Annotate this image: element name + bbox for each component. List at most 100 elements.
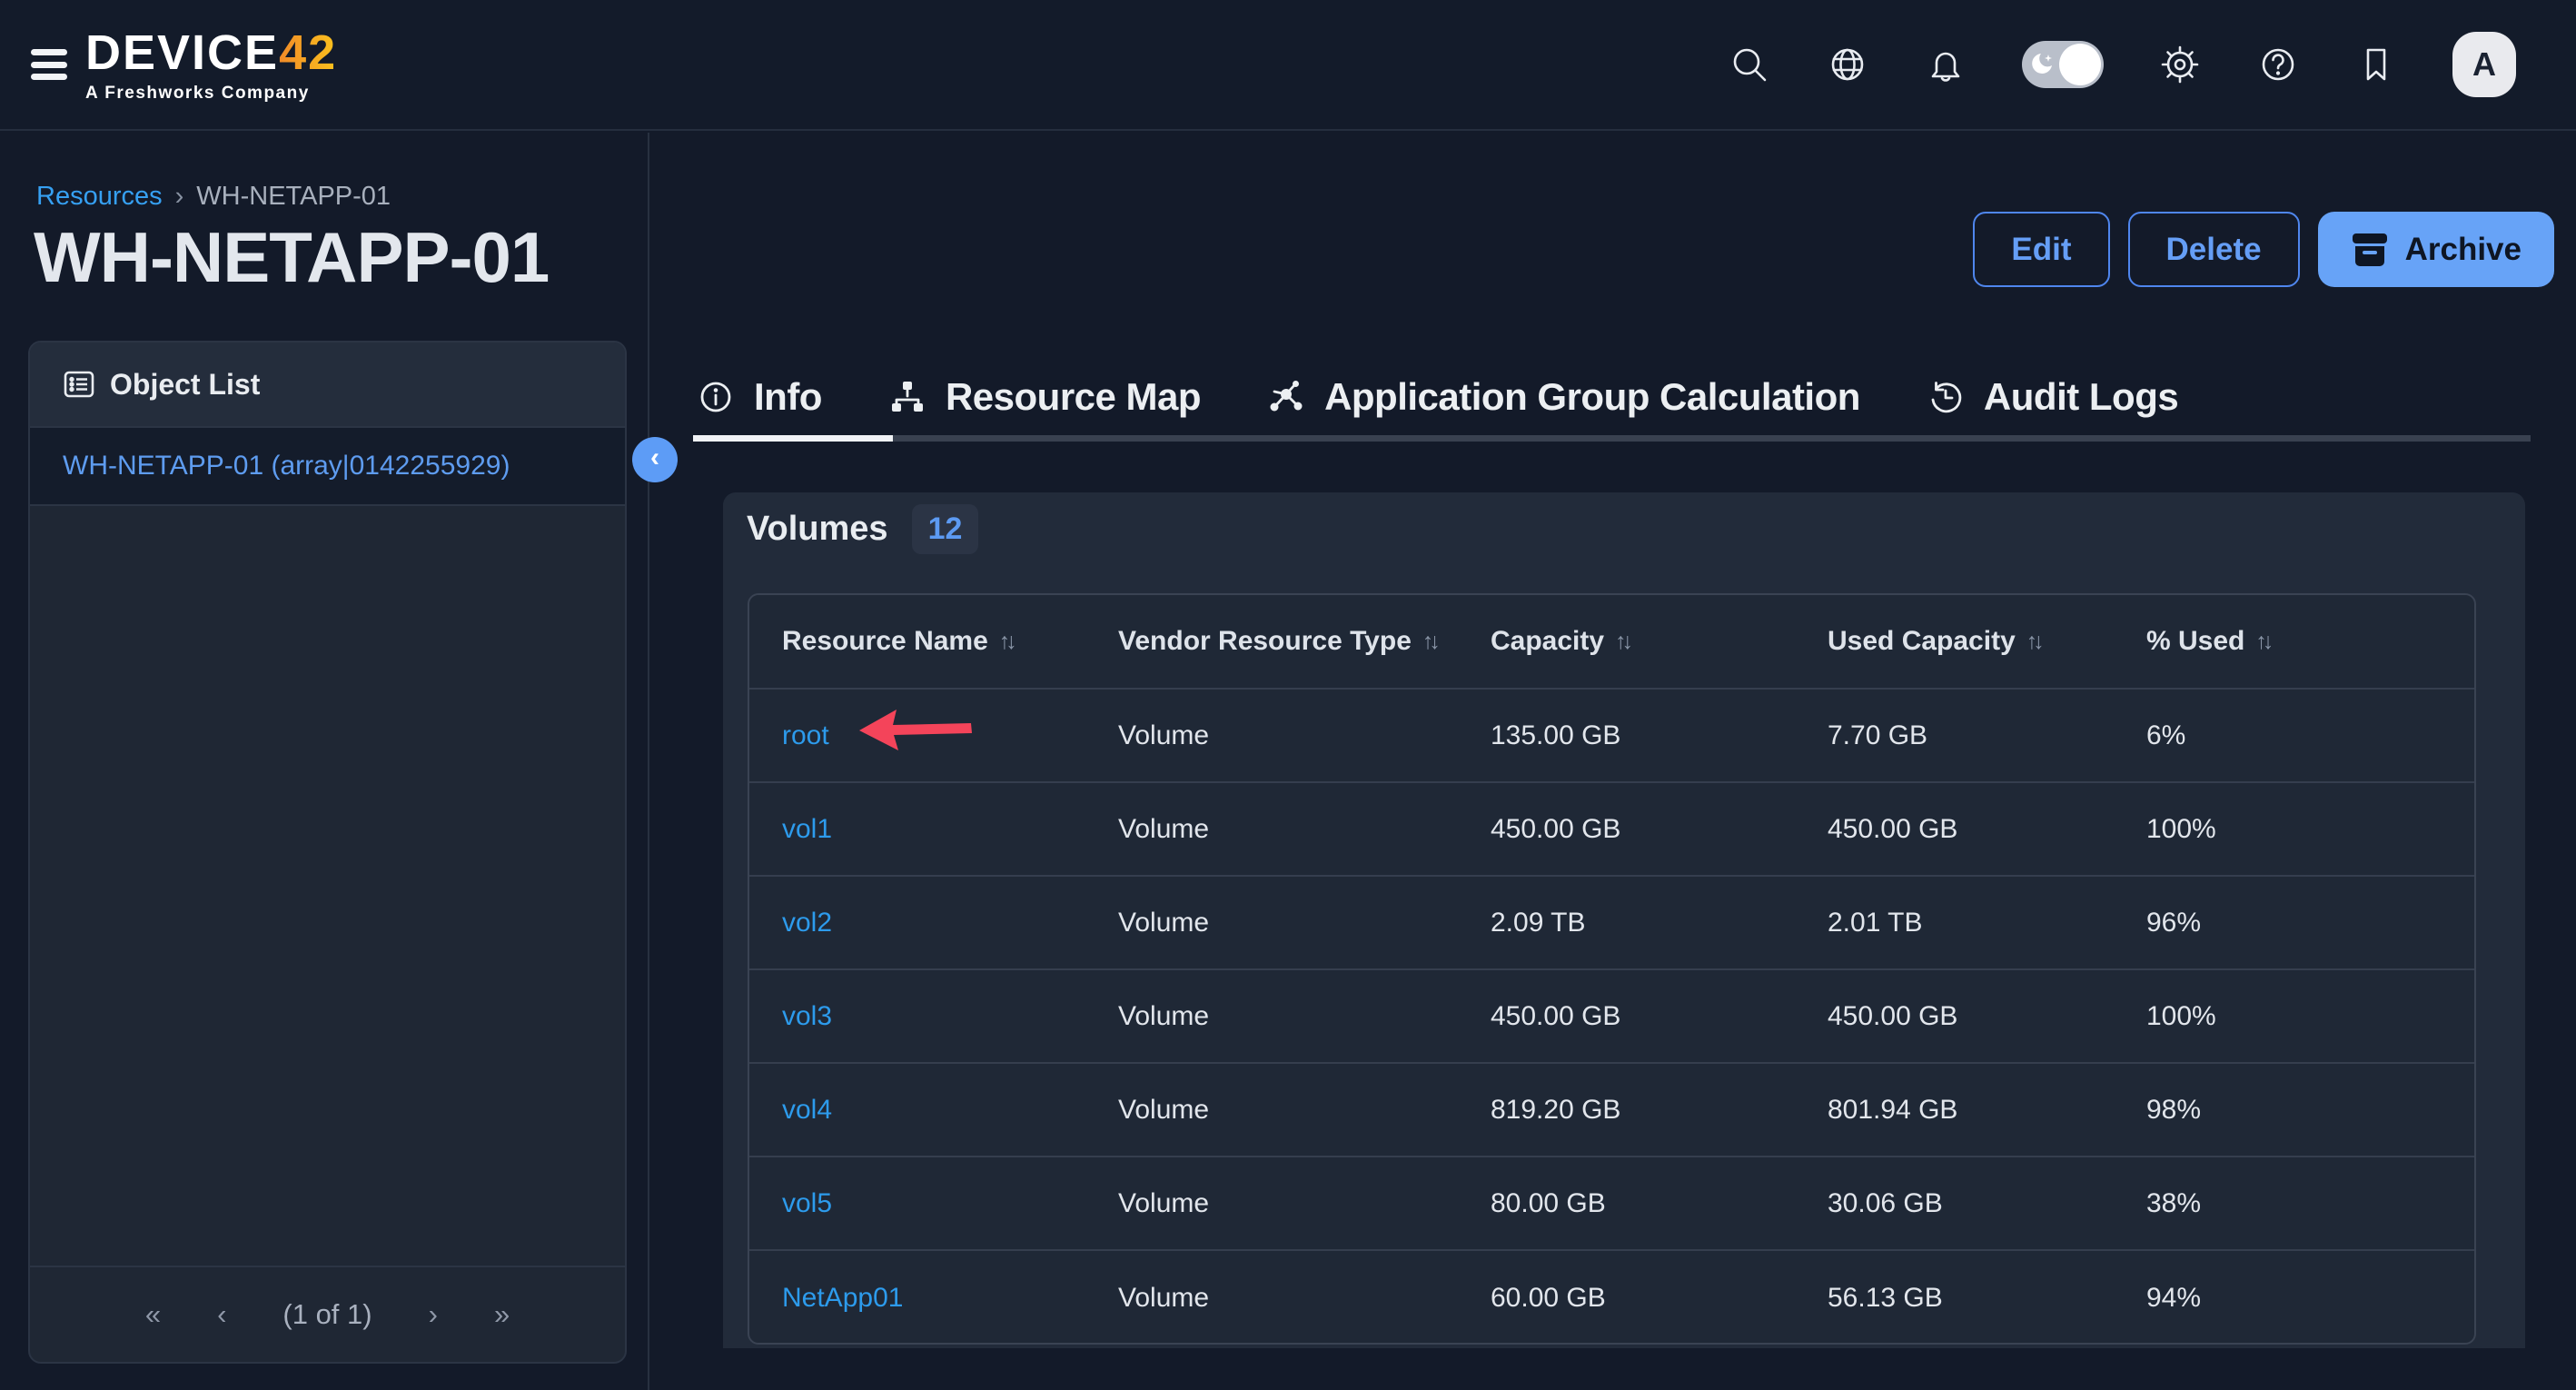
table-row: vol1 Volume 450.00 GB 450.00 GB 100% bbox=[749, 783, 2474, 877]
cell-used-capacity: 56.13 GB bbox=[1828, 1283, 2146, 1314]
tab-active-indicator bbox=[693, 435, 893, 442]
resource-link-vol3[interactable]: vol3 bbox=[782, 1001, 832, 1031]
volumes-header: Volumes 12 bbox=[747, 500, 978, 558]
cell-capacity: 80.00 GB bbox=[1491, 1188, 1828, 1219]
search-icon[interactable] bbox=[1728, 43, 1771, 86]
tab-info[interactable]: Info bbox=[698, 375, 822, 419]
sidebar-collapse-button[interactable]: ‹ bbox=[632, 437, 678, 482]
edit-button[interactable]: Edit bbox=[1973, 212, 2109, 287]
cell-capacity: 819.20 GB bbox=[1491, 1095, 1828, 1126]
cell-vendor-type: Volume bbox=[1118, 1095, 1491, 1126]
cell-vendor-type: Volume bbox=[1118, 1283, 1491, 1314]
pagination-prev-button[interactable]: ‹ bbox=[217, 1298, 226, 1331]
resource-link-vol5[interactable]: vol5 bbox=[782, 1188, 832, 1218]
breadcrumb: Resources › WH-NETAPP-01 bbox=[36, 182, 391, 212]
tab-resource-map-label: Resource Map bbox=[946, 375, 1201, 419]
column-header-vendor-resource-type[interactable]: Vendor Resource Type↑↓ bbox=[1118, 626, 1491, 657]
list-icon bbox=[63, 368, 95, 401]
sort-icon: ↑↓ bbox=[1615, 629, 1629, 655]
avatar[interactable]: A bbox=[2452, 32, 2516, 97]
help-icon[interactable] bbox=[2256, 43, 2300, 86]
table-row: vol4 Volume 819.20 GB 801.94 GB 98% bbox=[749, 1064, 2474, 1157]
top-navigation-bar: DEVICE42 A Freshworks Company bbox=[0, 0, 2576, 131]
resource-link-vol4[interactable]: vol4 bbox=[782, 1095, 832, 1125]
cell-percent-used: 98% bbox=[2146, 1095, 2474, 1126]
toggle-knob bbox=[2059, 44, 2101, 85]
table-row: vol2 Volume 2.09 TB 2.01 TB 96% bbox=[749, 877, 2474, 970]
tab-application-group-calculation[interactable]: Application Group Calculation bbox=[1268, 375, 1860, 419]
cell-vendor-type: Volume bbox=[1118, 908, 1491, 938]
bell-icon[interactable] bbox=[1924, 43, 1967, 86]
volumes-table: Resource Name↑↓ Vendor Resource Type↑↓ C… bbox=[748, 593, 2476, 1345]
cell-used-capacity: 2.01 TB bbox=[1828, 908, 2146, 938]
tab-audit-logs[interactable]: Audit Logs bbox=[1927, 375, 2178, 419]
object-list-pagination: « ‹ (1 of 1) › » bbox=[30, 1266, 625, 1362]
tab-resource-map[interactable]: Resource Map bbox=[889, 375, 1201, 419]
column-header-resource-name[interactable]: Resource Name↑↓ bbox=[782, 626, 1118, 657]
pagination-label: (1 of 1) bbox=[282, 1298, 372, 1331]
device42-resource-page: { "topbar": { "logo_primary": "DEVICE", … bbox=[0, 0, 2576, 1390]
sort-icon: ↑↓ bbox=[1422, 629, 1436, 655]
bookmark-icon[interactable] bbox=[2354, 43, 2398, 86]
column-header-used-capacity[interactable]: Used Capacity↑↓ bbox=[1828, 626, 2146, 657]
cell-capacity: 450.00 GB bbox=[1491, 1001, 1828, 1032]
volumes-title: Volumes bbox=[747, 510, 888, 549]
tab-info-label: Info bbox=[754, 375, 822, 419]
column-header-capacity[interactable]: Capacity↑↓ bbox=[1491, 626, 1828, 657]
pagination-first-button[interactable]: « bbox=[145, 1298, 161, 1331]
cell-percent-used: 100% bbox=[2146, 1001, 2474, 1032]
detail-tabs: Info Resource Map Application Group Calc… bbox=[698, 365, 2178, 429]
breadcrumb-current: WH-NETAPP-01 bbox=[196, 182, 391, 212]
cell-capacity: 135.00 GB bbox=[1491, 720, 1828, 751]
cell-capacity: 2.09 TB bbox=[1491, 908, 1828, 938]
theme-toggle[interactable] bbox=[2022, 41, 2104, 88]
tab-underline-track bbox=[698, 435, 2531, 442]
table-row: vol5 Volume 80.00 GB 30.06 GB 38% bbox=[749, 1157, 2474, 1251]
pagination-next-button[interactable]: › bbox=[429, 1298, 438, 1331]
panel-divider-line bbox=[648, 133, 649, 1390]
molecule-icon bbox=[1268, 379, 1304, 415]
cell-capacity: 60.00 GB bbox=[1491, 1283, 1828, 1314]
object-list-title: Object List bbox=[110, 368, 260, 402]
cell-vendor-type: Volume bbox=[1118, 814, 1491, 845]
history-icon bbox=[1927, 379, 1964, 415]
cell-percent-used: 96% bbox=[2146, 908, 2474, 938]
archive-icon bbox=[2351, 232, 2389, 268]
breadcrumb-resources-link[interactable]: Resources bbox=[36, 182, 163, 212]
device42-logo[interactable]: DEVICE42 A Freshworks Company bbox=[85, 28, 337, 102]
logo-42: 42 bbox=[279, 25, 337, 80]
logo-text: DEVICE42 bbox=[85, 28, 337, 77]
breadcrumb-separator: › bbox=[175, 182, 184, 212]
globe-icon[interactable] bbox=[1826, 43, 1869, 86]
menu-icon[interactable] bbox=[31, 49, 67, 80]
cell-used-capacity: 30.06 GB bbox=[1828, 1188, 2146, 1219]
cell-percent-used: 6% bbox=[2146, 720, 2474, 751]
cell-percent-used: 100% bbox=[2146, 814, 2474, 845]
column-header-percent-used[interactable]: % Used↑↓ bbox=[2146, 626, 2474, 657]
moon-icon bbox=[2028, 50, 2057, 79]
volumes-count-badge: 12 bbox=[912, 504, 979, 554]
sitemap-icon bbox=[889, 379, 926, 415]
cell-vendor-type: Volume bbox=[1118, 720, 1491, 751]
tab-application-group-calculation-label: Application Group Calculation bbox=[1324, 375, 1860, 419]
cell-capacity: 450.00 GB bbox=[1491, 814, 1828, 845]
resource-link-vol2[interactable]: vol2 bbox=[782, 908, 832, 938]
table-row: vol3 Volume 450.00 GB 450.00 GB 100% bbox=[749, 970, 2474, 1064]
cell-used-capacity: 801.94 GB bbox=[1828, 1095, 2146, 1126]
object-list-body bbox=[30, 506, 625, 1266]
resource-link-netapp01[interactable]: NetApp01 bbox=[782, 1283, 903, 1313]
pagination-last-button[interactable]: » bbox=[494, 1298, 510, 1331]
delete-button[interactable]: Delete bbox=[2128, 212, 2300, 287]
gear-icon[interactable] bbox=[2158, 43, 2202, 86]
resource-link-root[interactable]: root bbox=[782, 720, 829, 750]
resource-link-vol1[interactable]: vol1 bbox=[782, 814, 832, 844]
cell-vendor-type: Volume bbox=[1118, 1188, 1491, 1219]
topbar-actions: A bbox=[1728, 32, 2516, 97]
object-list-item-selected[interactable]: WH-NETAPP-01 (array|0142255929) bbox=[30, 428, 625, 506]
archive-button[interactable]: Archive bbox=[2318, 212, 2554, 287]
object-list-header: Object List bbox=[30, 343, 625, 428]
tab-audit-logs-label: Audit Logs bbox=[1984, 375, 2178, 419]
info-icon bbox=[698, 379, 734, 415]
cell-used-capacity: 450.00 GB bbox=[1828, 814, 2146, 845]
sort-icon: ↑↓ bbox=[2026, 629, 2040, 655]
